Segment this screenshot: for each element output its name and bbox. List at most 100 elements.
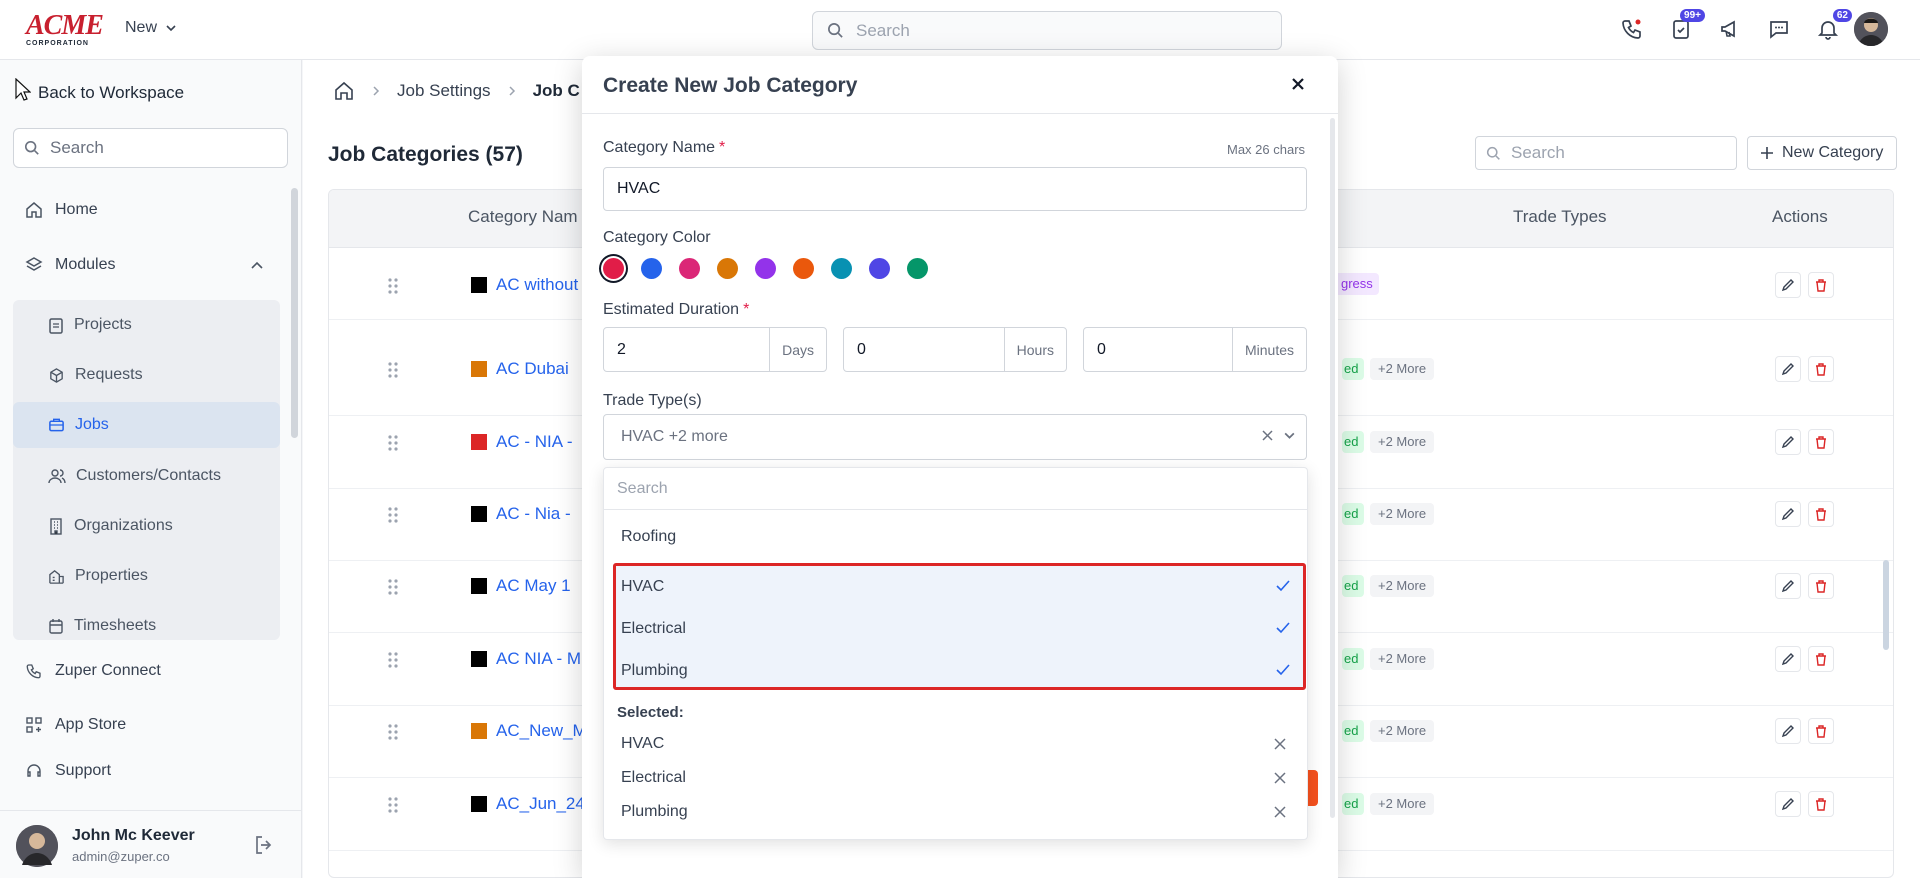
sidebar-item-requests[interactable]: Requests	[13, 352, 280, 398]
logout-icon[interactable]	[252, 833, 276, 857]
days-input[interactable]: 2 Days	[603, 327, 827, 372]
edit-icon[interactable]	[1775, 429, 1801, 455]
sidebar-item-customers[interactable]: Customers/Contacts	[13, 453, 280, 499]
new-menu-button[interactable]: New	[125, 19, 177, 37]
category-name-link[interactable]: AC Dubai	[496, 359, 569, 379]
more-badge[interactable]: +2 More	[1370, 431, 1435, 453]
sidebar-item-jobs[interactable]: Jobs	[13, 402, 280, 448]
sidebar-search-input[interactable]: Search	[13, 128, 288, 168]
category-name-link[interactable]: AC - NIA -	[496, 432, 573, 452]
edit-icon[interactable]	[1775, 791, 1801, 817]
drag-handle-icon[interactable]	[387, 578, 399, 596]
back-to-workspace-link[interactable]: Back to Workspace	[38, 83, 184, 103]
sidebar-item-properties[interactable]: Properties	[13, 553, 280, 599]
clear-icon[interactable]	[1262, 430, 1273, 441]
breadcrumb-job-settings[interactable]: Job Settings	[397, 81, 491, 101]
more-badge[interactable]: +2 More	[1370, 648, 1435, 670]
category-name-input[interactable]: HVAC	[603, 167, 1307, 211]
edit-icon[interactable]	[1775, 646, 1801, 672]
more-badge[interactable]: +2 More	[1370, 503, 1435, 525]
sidebar-scrollbar[interactable]	[291, 188, 298, 438]
delete-icon[interactable]	[1808, 356, 1834, 382]
global-search-input[interactable]: Search	[812, 11, 1282, 50]
delete-icon[interactable]	[1808, 646, 1834, 672]
avatar[interactable]	[16, 825, 58, 867]
more-badge[interactable]: +2 More	[1370, 575, 1435, 597]
category-search-input[interactable]: Search	[1475, 136, 1737, 170]
drag-handle-icon[interactable]	[387, 277, 399, 295]
close-icon[interactable]	[1286, 72, 1310, 96]
color-swatch[interactable]	[603, 258, 624, 279]
hours-value[interactable]: 0	[844, 328, 1004, 371]
category-name-link[interactable]: AC NIA - M	[496, 649, 581, 669]
drag-handle-icon[interactable]	[387, 434, 399, 452]
chevron-down-icon[interactable]	[1283, 429, 1296, 442]
option-roofing[interactable]: Roofing	[604, 516, 1307, 558]
drag-handle-icon[interactable]	[387, 796, 399, 814]
phone-icon[interactable]	[1616, 13, 1648, 45]
delete-icon[interactable]	[1808, 501, 1834, 527]
minutes-input[interactable]: 0 Minutes	[1083, 327, 1307, 372]
color-swatch[interactable]	[793, 258, 814, 279]
chat-icon[interactable]	[1763, 13, 1795, 45]
more-badge[interactable]: +2 More	[1370, 793, 1435, 815]
drag-handle-icon[interactable]	[387, 506, 399, 524]
edit-icon[interactable]	[1775, 272, 1801, 298]
main-scrollbar[interactable]	[1883, 560, 1889, 650]
sidebar-item-projects[interactable]: Projects	[13, 302, 280, 348]
option-electrical[interactable]: Electrical	[616, 608, 1303, 650]
delete-icon[interactable]	[1808, 429, 1834, 455]
hours-input[interactable]: 0 Hours	[843, 327, 1067, 372]
sidebar-item-support[interactable]: Support	[13, 749, 280, 793]
megaphone-icon[interactable]	[1714, 13, 1746, 45]
days-value[interactable]: 2	[604, 328, 769, 371]
category-name-link[interactable]: AC_Jun_24	[496, 794, 585, 814]
column-category-name[interactable]: Category Nam	[468, 207, 578, 227]
new-category-button[interactable]: New Category	[1747, 136, 1897, 170]
color-swatch[interactable]	[869, 258, 890, 279]
category-name-link[interactable]: AC - Nia -	[496, 504, 571, 524]
edit-icon[interactable]	[1775, 718, 1801, 744]
bell-icon[interactable]: 62	[1812, 9, 1852, 45]
option-hvac[interactable]: HVAC	[616, 566, 1303, 608]
option-plumbing[interactable]: Plumbing	[616, 650, 1303, 692]
drag-handle-icon[interactable]	[387, 361, 399, 379]
sidebar-item-timesheets[interactable]: Timesheets	[13, 603, 280, 649]
category-name-link[interactable]: AC without	[496, 275, 578, 295]
sidebar-item-zuper-connect[interactable]: Zuper Connect	[13, 649, 280, 693]
home-icon[interactable]	[333, 80, 355, 102]
sidebar-item-app-store[interactable]: App Store	[13, 703, 280, 747]
remove-icon[interactable]	[1274, 806, 1286, 818]
dropdown-search-input[interactable]: Search	[604, 468, 1307, 510]
category-name-link[interactable]: AC May 1	[496, 576, 571, 596]
sidebar-item-modules[interactable]: Modules	[13, 243, 280, 287]
more-badge[interactable]: +2 More	[1370, 720, 1435, 742]
delete-icon[interactable]	[1808, 791, 1834, 817]
minutes-value[interactable]: 0	[1084, 328, 1232, 371]
delete-icon[interactable]	[1808, 272, 1834, 298]
modal-scrollbar[interactable]	[1330, 118, 1335, 818]
color-swatch[interactable]	[831, 258, 852, 279]
trade-type-select[interactable]: HVAC +2 more	[603, 414, 1307, 460]
remove-icon[interactable]	[1274, 772, 1286, 784]
remove-icon[interactable]	[1274, 738, 1286, 750]
color-swatch[interactable]	[907, 258, 928, 279]
edit-icon[interactable]	[1775, 356, 1801, 382]
user-avatar[interactable]	[1854, 12, 1888, 46]
drag-handle-icon[interactable]	[387, 651, 399, 669]
tasks-icon[interactable]: 99+	[1665, 9, 1705, 45]
color-swatch[interactable]	[679, 258, 700, 279]
more-badge[interactable]: +2 More	[1370, 358, 1435, 380]
sidebar-item-home[interactable]: Home	[13, 188, 280, 232]
category-name-link[interactable]: AC_New_M	[496, 721, 587, 741]
color-swatch[interactable]	[641, 258, 662, 279]
edit-icon[interactable]	[1775, 573, 1801, 599]
color-swatch[interactable]	[755, 258, 776, 279]
company-logo[interactable]: ACME CORPORATION	[26, 12, 104, 48]
color-swatch[interactable]	[717, 258, 738, 279]
edit-icon[interactable]	[1775, 501, 1801, 527]
delete-icon[interactable]	[1808, 718, 1834, 744]
sidebar-item-organizations[interactable]: Organizations	[13, 503, 280, 549]
drag-handle-icon[interactable]	[387, 723, 399, 741]
delete-icon[interactable]	[1808, 573, 1834, 599]
